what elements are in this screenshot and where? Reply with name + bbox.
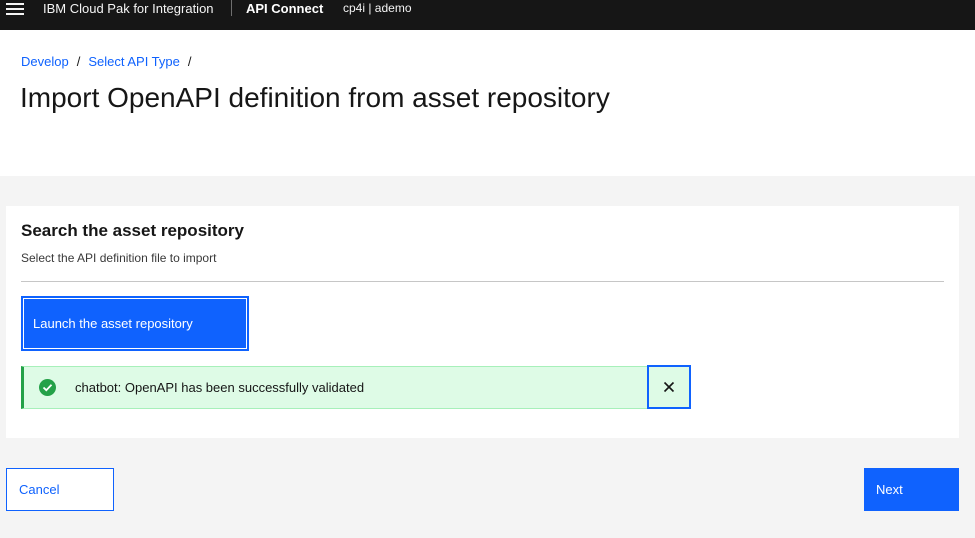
brand-name[interactable]: IBM Cloud Pak for Integration	[43, 1, 214, 16]
hamburger-menu-icon[interactable]	[6, 2, 24, 18]
close-notification-button[interactable]	[647, 365, 691, 409]
asset-repository-card: Search the asset repository Select the A…	[6, 206, 959, 438]
instance-label: cp4i | ademo	[343, 1, 412, 15]
close-icon	[663, 381, 675, 393]
breadcrumb-develop[interactable]: Develop	[21, 54, 69, 69]
breadcrumb-separator: /	[76, 54, 81, 69]
breadcrumb-separator: /	[187, 54, 192, 69]
card-title: Search the asset repository	[21, 221, 244, 240]
cancel-button[interactable]: Cancel	[6, 468, 114, 511]
success-notification: chatbot: OpenAPI has been successfully v…	[21, 366, 649, 409]
launch-asset-repository-button[interactable]: Launch the asset repository	[21, 296, 249, 351]
checkmark-filled-icon	[39, 379, 56, 396]
card-subtitle: Select the API definition file to import	[21, 251, 217, 265]
header-divider	[231, 0, 232, 16]
top-navigation-bar: IBM Cloud Pak for Integration API Connec…	[0, 0, 975, 30]
breadcrumb: Develop / Select API Type /	[21, 54, 200, 69]
next-button[interactable]: Next	[864, 468, 959, 511]
notification-message: chatbot: OpenAPI has been successfully v…	[75, 380, 365, 395]
breadcrumb-select-api-type[interactable]: Select API Type	[88, 54, 180, 69]
page-title: Import OpenAPI definition from asset rep…	[20, 82, 610, 113]
product-name[interactable]: API Connect	[246, 1, 323, 16]
card-divider	[21, 281, 944, 282]
